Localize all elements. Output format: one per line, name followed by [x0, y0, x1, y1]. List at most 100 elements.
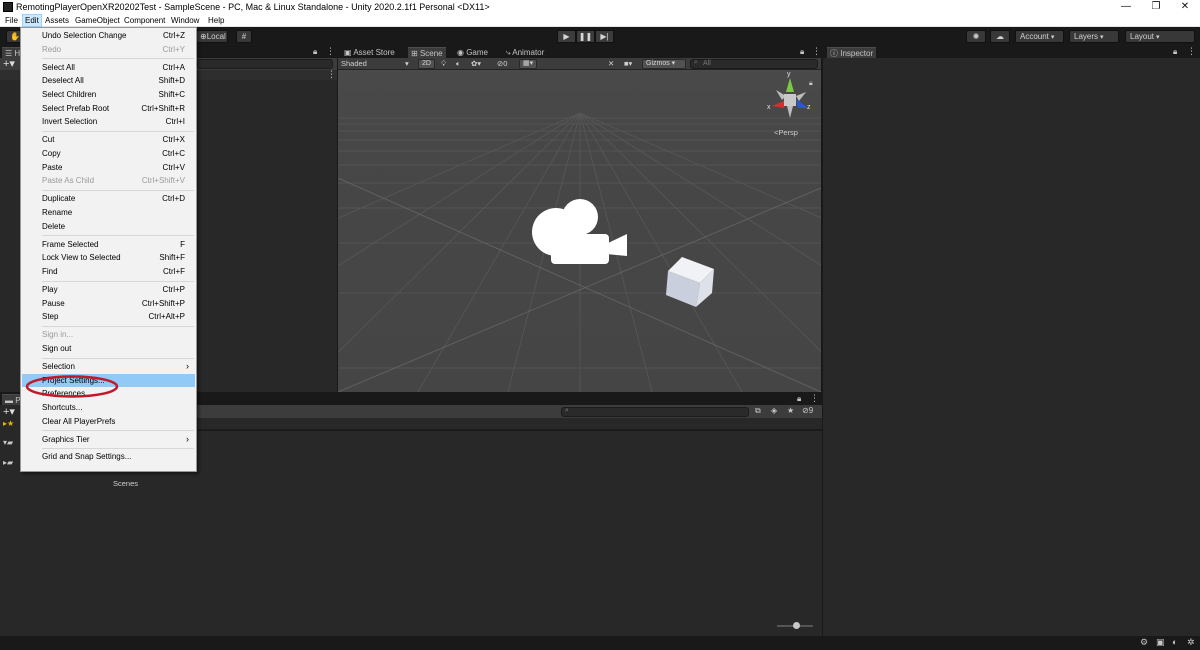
- edit-menu-item-select-children[interactable]: Select Children Shift+C: [22, 88, 195, 101]
- packages-folder-icon[interactable]: ▸▰: [3, 458, 13, 467]
- project-breadcrumb: [97, 418, 822, 430]
- grid-toggle-icon[interactable]: ▦▾: [519, 59, 538, 69]
- scene-more-icon[interactable]: ⋮: [327, 69, 336, 80]
- menu-window[interactable]: Window: [169, 14, 201, 27]
- scene-view[interactable]: y x z <Persp 🔒︎: [338, 58, 821, 392]
- layout-dropdown[interactable]: Layout: [1125, 30, 1195, 43]
- submenu-chevron-right-icon: ›: [186, 360, 189, 371]
- tab-game[interactable]: ◉ Game: [454, 47, 491, 58]
- edit-menu-item-selection[interactable]: Selection ›: [22, 360, 195, 373]
- edit-menu-item-duplicate[interactable]: Duplicate Ctrl+D: [22, 192, 195, 205]
- project-search-input[interactable]: ⌕: [561, 407, 749, 417]
- auto-generate-lighting-icon[interactable]: ⚙: [1140, 637, 1148, 648]
- menu-help[interactable]: Help: [206, 14, 226, 27]
- grid-snap-icon[interactable]: #: [236, 30, 252, 43]
- gizmo-lock-icon[interactable]: 🔒︎: [809, 80, 813, 88]
- scenes-folder-label[interactable]: Scenes: [113, 479, 138, 488]
- edit-menu-item-frame-selected[interactable]: Frame Selected F: [22, 238, 195, 251]
- favorite-star-icon[interactable]: ★: [787, 406, 794, 415]
- edit-menu-item-invert-selection[interactable]: Invert Selection Ctrl+I: [22, 115, 195, 128]
- menu-component[interactable]: Component: [122, 14, 167, 27]
- assets-folder-icon[interactable]: ▾▰: [3, 438, 13, 447]
- effects-icon[interactable]: ✿▾: [471, 58, 481, 69]
- scene-more-icon[interactable]: ⋮: [812, 46, 821, 57]
- pause-icon[interactable]: ❚❚: [576, 30, 595, 43]
- hidden-objects-icon[interactable]: ⊘0: [497, 58, 507, 69]
- filter-type-icon[interactable]: ⧉: [755, 406, 761, 416]
- close-button[interactable]: ✕: [1170, 0, 1200, 14]
- edit-menu-item-select-all[interactable]: Select All Ctrl+A: [22, 61, 195, 74]
- inspector-tabbar: [823, 46, 1200, 58]
- tab-inspector[interactable]: ⓘ Inspector: [827, 47, 877, 58]
- project-more-icon[interactable]: ⋮: [810, 393, 819, 404]
- scene-search-icon: ⌕: [694, 59, 698, 66]
- create-plus-icon[interactable]: +▾: [3, 57, 15, 70]
- tab-asset-store[interactable]: ▣ Asset Store: [341, 47, 398, 58]
- edit-menu-item-rename[interactable]: Rename: [22, 206, 195, 219]
- lock-icon[interactable]: 🔒︎: [313, 47, 317, 57]
- hidden-packages-icon[interactable]: ⊘9: [802, 406, 813, 415]
- hierarchy-search-input[interactable]: [197, 59, 333, 69]
- icon-size-slider[interactable]: [777, 622, 813, 629]
- favorites-star-icon[interactable]: ▸★: [3, 419, 14, 428]
- gizmos-dropdown[interactable]: Gizmos ▾: [642, 59, 686, 69]
- edit-menu-item-select-prefab-root[interactable]: Select Prefab Root Ctrl+Shift+R: [22, 102, 195, 115]
- pivot-local-toggle[interactable]: ⊕Local: [196, 30, 228, 43]
- play-icon[interactable]: ▶: [557, 30, 576, 43]
- edit-menu-item-undo-selection-change[interactable]: Undo Selection Change Ctrl+Z: [22, 29, 195, 42]
- edit-menu-item-lock-view-to-selected[interactable]: Lock View to Selected Shift+F: [22, 251, 195, 264]
- edit-menu-item-paste[interactable]: Paste Ctrl+V: [22, 161, 195, 174]
- menu-edit[interactable]: Edit: [22, 14, 42, 27]
- cube-object[interactable]: [664, 255, 716, 309]
- audio-icon[interactable]: 🔈︎: [456, 58, 461, 69]
- tab-scene[interactable]: ⊞ Scene: [408, 47, 446, 58]
- menu-separator: [42, 235, 194, 237]
- collab-icon[interactable]: ✺: [966, 30, 986, 43]
- edit-menu-item-clear-all-playerprefs[interactable]: Clear All PlayerPrefs: [22, 415, 195, 428]
- edit-menu-item-play[interactable]: Play Ctrl+P: [22, 283, 195, 296]
- menu-separator: [42, 357, 194, 359]
- shading-mode-dropdown[interactable]: Shaded ▾: [341, 58, 411, 69]
- menu-file[interactable]: File: [3, 14, 20, 27]
- minimize-button[interactable]: —: [1111, 0, 1141, 14]
- menu-gameobject[interactable]: GameObject: [73, 14, 122, 27]
- slider-handle[interactable]: [793, 622, 800, 629]
- edit-menu-item-cut[interactable]: Cut Ctrl+X: [22, 133, 195, 146]
- filter-label-icon[interactable]: ◈: [771, 406, 777, 415]
- project-lock-icon[interactable]: 🔒︎: [797, 394, 801, 404]
- mode-2d-toggle[interactable]: 2D: [418, 59, 435, 69]
- cloud-icon[interactable]: ☁: [990, 30, 1010, 43]
- inspector-lock-icon[interactable]: 🔒︎: [1173, 47, 1177, 57]
- projection-label[interactable]: <Persp: [774, 128, 798, 137]
- edit-menu-item-sign-out[interactable]: Sign out: [22, 342, 195, 355]
- edit-menu-item-delete[interactable]: Delete: [22, 220, 195, 233]
- inspector-more-icon[interactable]: ⋮: [1187, 46, 1196, 57]
- more-options-icon[interactable]: ⋮: [326, 46, 335, 57]
- edit-menu-item-pause[interactable]: Pause Ctrl+Shift+P: [22, 297, 195, 310]
- progress-icon[interactable]: ◐: [1172, 637, 1177, 647]
- scene-lock-icon[interactable]: 🔒︎: [800, 47, 804, 57]
- edit-menu-item-find[interactable]: Find Ctrl+F: [22, 265, 195, 278]
- camera-gizmo-icon[interactable]: [530, 198, 628, 268]
- scene-search-input[interactable]: ⌕ All: [690, 59, 818, 69]
- camera-settings-icon[interactable]: ■▾: [624, 58, 632, 69]
- cache-server-icon[interactable]: ▣: [1156, 637, 1165, 648]
- tab-animator[interactable]: ⤷ Animator: [503, 47, 547, 58]
- edit-menu-item-deselect-all[interactable]: Deselect All Shift+D: [22, 74, 195, 87]
- edit-menu-item-step[interactable]: Step Ctrl+Alt+P: [22, 310, 195, 323]
- edit-menu-item-copy[interactable]: Copy Ctrl+C: [22, 147, 195, 160]
- gizmos-label: Gizmos: [646, 60, 670, 67]
- edit-menu-item-grid-and-snap-settings[interactable]: Grid and Snap Settings...: [22, 450, 195, 463]
- restore-button[interactable]: ❐: [1141, 0, 1171, 14]
- tools-icon[interactable]: ✕: [608, 58, 614, 69]
- lighting-icon[interactable]: 💡︎: [441, 58, 446, 69]
- step-icon[interactable]: ▶|: [595, 30, 614, 43]
- project-create-plus-icon[interactable]: +▾: [3, 405, 15, 418]
- menu-assets[interactable]: Assets: [43, 14, 71, 27]
- layers-dropdown[interactable]: Layers: [1069, 30, 1119, 43]
- debug-icon[interactable]: ✲: [1187, 637, 1195, 648]
- edit-menu-item-graphics-tier[interactable]: Graphics Tier ›: [22, 433, 195, 446]
- menu-item-label: Find: [42, 267, 58, 276]
- edit-menu-item-shortcuts[interactable]: Shortcuts...: [22, 401, 195, 414]
- account-dropdown[interactable]: Account: [1015, 30, 1064, 43]
